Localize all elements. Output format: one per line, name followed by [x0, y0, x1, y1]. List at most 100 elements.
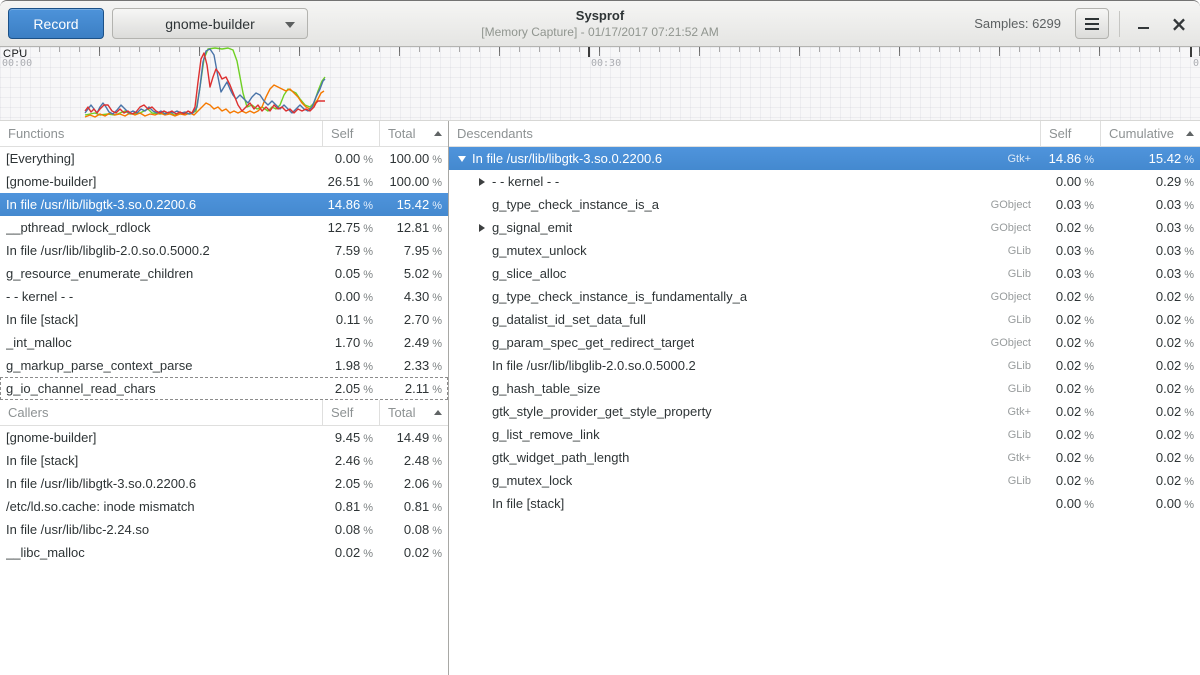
- cpu-graph[interactable]: CPU 00:0000:3001:00: [0, 47, 1200, 121]
- table-row[interactable]: /etc/ld.so.cache: inode mismatch0.81%0.8…: [0, 495, 448, 518]
- percent-unit: %: [363, 246, 373, 258]
- column-header-callers[interactable]: Callers: [0, 400, 322, 425]
- total-percent-cell: 2.48%: [379, 453, 448, 468]
- table-row[interactable]: - - kernel - -0.00%4.30%: [0, 285, 448, 308]
- table-row[interactable]: g_mutex_unlockGLib0.03%0.03%: [449, 239, 1200, 262]
- table-row[interactable]: In file /usr/lib/libglib-2.0.so.0.5000.2…: [449, 354, 1200, 377]
- percent-value: 0.03: [1156, 197, 1181, 212]
- table-row[interactable]: g_type_check_instance_is_fundamentally_a…: [449, 285, 1200, 308]
- symbol-name-label: g_mutex_lock: [492, 473, 572, 488]
- column-header-total[interactable]: Total: [379, 121, 448, 146]
- descendants-table: In file /usr/lib/libgtk-3.so.0.2200.6Gtk…: [449, 147, 1200, 515]
- table-row[interactable]: g_datalist_id_set_data_fullGLib0.02%0.02…: [449, 308, 1200, 331]
- table-row[interactable]: In file /usr/lib/libgtk-3.so.0.2200.614.…: [0, 193, 448, 216]
- percent-unit: %: [1084, 177, 1094, 189]
- column-header-total[interactable]: Total: [379, 400, 448, 425]
- total-percent-cell: 2.70%: [379, 312, 448, 327]
- table-row[interactable]: g_signal_emitGObject0.02%0.03%: [449, 216, 1200, 239]
- target-selector-dropdown[interactable]: gnome-builder: [112, 8, 308, 39]
- table-row[interactable]: g_io_channel_read_chars2.05%2.11%: [0, 377, 448, 400]
- expand-arrow-icon[interactable]: [475, 221, 488, 234]
- self-percent-cell: 7.59%: [322, 243, 379, 258]
- expander-spacer: [475, 198, 488, 211]
- expand-arrow-icon[interactable]: [475, 175, 488, 188]
- table-row[interactable]: g_mutex_lockGLib0.02%0.02%: [449, 469, 1200, 492]
- percent-unit: %: [1084, 200, 1094, 212]
- table-row[interactable]: - - kernel - -0.00%0.29%: [449, 170, 1200, 193]
- close-button[interactable]: ×: [1166, 11, 1192, 37]
- self-percent-cell: 0.08%: [322, 522, 379, 537]
- symbol-name: g_signal_emitGObject: [449, 220, 1040, 235]
- self-percent-cell: 0.02%: [1040, 473, 1100, 488]
- table-row[interactable]: g_type_check_instance_is_aGObject0.03%0.…: [449, 193, 1200, 216]
- table-row[interactable]: In file /usr/lib/libgtk-3.so.0.2200.6Gtk…: [449, 147, 1200, 170]
- window-title-area: Sysprof [Memory Capture] - 01/17/2017 07…: [360, 7, 840, 40]
- sort-ascending-icon: [434, 131, 442, 136]
- percent-unit: %: [363, 525, 373, 537]
- self-percent-cell: 0.02%: [1040, 381, 1100, 396]
- symbol-name-label: In file /usr/lib/libc-2.24.so: [6, 522, 149, 537]
- column-header-self[interactable]: Self: [322, 400, 379, 425]
- right-pane: Descendants Self Cumulative In file /usr…: [449, 121, 1200, 675]
- table-row[interactable]: _int_malloc1.70%2.49%: [0, 331, 448, 354]
- table-row[interactable]: g_resource_enumerate_children0.05%5.02%: [0, 262, 448, 285]
- symbol-name-label: [gnome-builder]: [6, 174, 96, 189]
- table-row[interactable]: In file [stack]0.00%0.00%: [449, 492, 1200, 515]
- sort-ascending-icon: [1186, 131, 1194, 136]
- column-header-self[interactable]: Self: [1040, 121, 1100, 146]
- percent-value: 0.02: [1156, 358, 1181, 373]
- percent-value: 0.02: [1156, 335, 1181, 350]
- percent-value: 0.03: [1156, 266, 1181, 281]
- percent-value: 15.42: [397, 197, 430, 212]
- percent-value: 0.29: [1156, 174, 1181, 189]
- symbol-name: In file /usr/lib/libglib-2.0.so.0.5000.2: [0, 243, 322, 258]
- expander-spacer: [475, 336, 488, 349]
- table-row[interactable]: In file [stack]0.11%2.70%: [0, 308, 448, 331]
- table-row[interactable]: gtk_widget_path_lengthGtk+0.02%0.02%: [449, 446, 1200, 469]
- time-label: 00:00: [2, 58, 32, 69]
- column-header-cumulative[interactable]: Cumulative: [1100, 121, 1200, 146]
- table-row[interactable]: In file /usr/lib/libglib-2.0.so.0.5000.2…: [0, 239, 448, 262]
- table-row[interactable]: g_slice_allocGLib0.03%0.03%: [449, 262, 1200, 285]
- library-badge: GObject: [991, 222, 1040, 234]
- table-row[interactable]: g_markup_parse_context_parse1.98%2.33%: [0, 354, 448, 377]
- table-row[interactable]: __libc_malloc0.02%0.02%: [0, 541, 448, 564]
- table-row[interactable]: g_list_remove_linkGLib0.02%0.02%: [449, 423, 1200, 446]
- percent-unit: %: [363, 361, 373, 373]
- column-header-functions[interactable]: Functions: [0, 121, 322, 146]
- total-percent-cell: 0.03%: [1100, 243, 1200, 258]
- table-row[interactable]: __pthread_rwlock_rdlock12.75%12.81%: [0, 216, 448, 239]
- self-percent-cell: 0.02%: [322, 545, 379, 560]
- percent-unit: %: [1084, 223, 1094, 235]
- table-row[interactable]: g_param_spec_get_redirect_targetGObject0…: [449, 331, 1200, 354]
- table-row[interactable]: In file /usr/lib/libgtk-3.so.0.2200.62.0…: [0, 472, 448, 495]
- self-percent-cell: 0.02%: [1040, 404, 1100, 419]
- table-row[interactable]: In file /usr/lib/libc-2.24.so0.08%0.08%: [0, 518, 448, 541]
- table-row[interactable]: [gnome-builder]26.51%100.00%: [0, 170, 448, 193]
- self-percent-cell: 9.45%: [322, 430, 379, 445]
- total-percent-cell: 0.02%: [1100, 312, 1200, 327]
- library-badge: GLib: [1008, 268, 1040, 280]
- table-row[interactable]: [Everything]0.00%100.00%: [0, 147, 448, 170]
- table-row[interactable]: [gnome-builder]9.45%14.49%: [0, 426, 448, 449]
- total-percent-cell: 0.02%: [1100, 473, 1200, 488]
- percent-unit: %: [432, 154, 442, 166]
- percent-value: 0.02: [1056, 335, 1081, 350]
- column-header-self[interactable]: Self: [322, 121, 379, 146]
- chevron-down-icon: [285, 22, 295, 28]
- percent-value: 0.05: [335, 266, 360, 281]
- minimize-button[interactable]: [1130, 11, 1156, 37]
- table-row[interactable]: gtk_style_provider_get_style_propertyGtk…: [449, 400, 1200, 423]
- percent-unit: %: [1184, 223, 1194, 235]
- total-percent-cell: 0.02%: [1100, 450, 1200, 465]
- column-header-descendants[interactable]: Descendants: [449, 121, 1040, 146]
- menu-button[interactable]: [1075, 8, 1109, 39]
- collapse-arrow-icon[interactable]: [455, 152, 468, 165]
- table-row[interactable]: g_hash_table_sizeGLib0.02%0.02%: [449, 377, 1200, 400]
- percent-value: 0.03: [1056, 266, 1081, 281]
- self-percent-cell: 0.00%: [322, 151, 379, 166]
- percent-value: 2.33: [404, 358, 429, 373]
- record-button[interactable]: Record: [8, 8, 104, 39]
- library-badge: GLib: [1008, 475, 1040, 487]
- table-row[interactable]: In file [stack]2.46%2.48%: [0, 449, 448, 472]
